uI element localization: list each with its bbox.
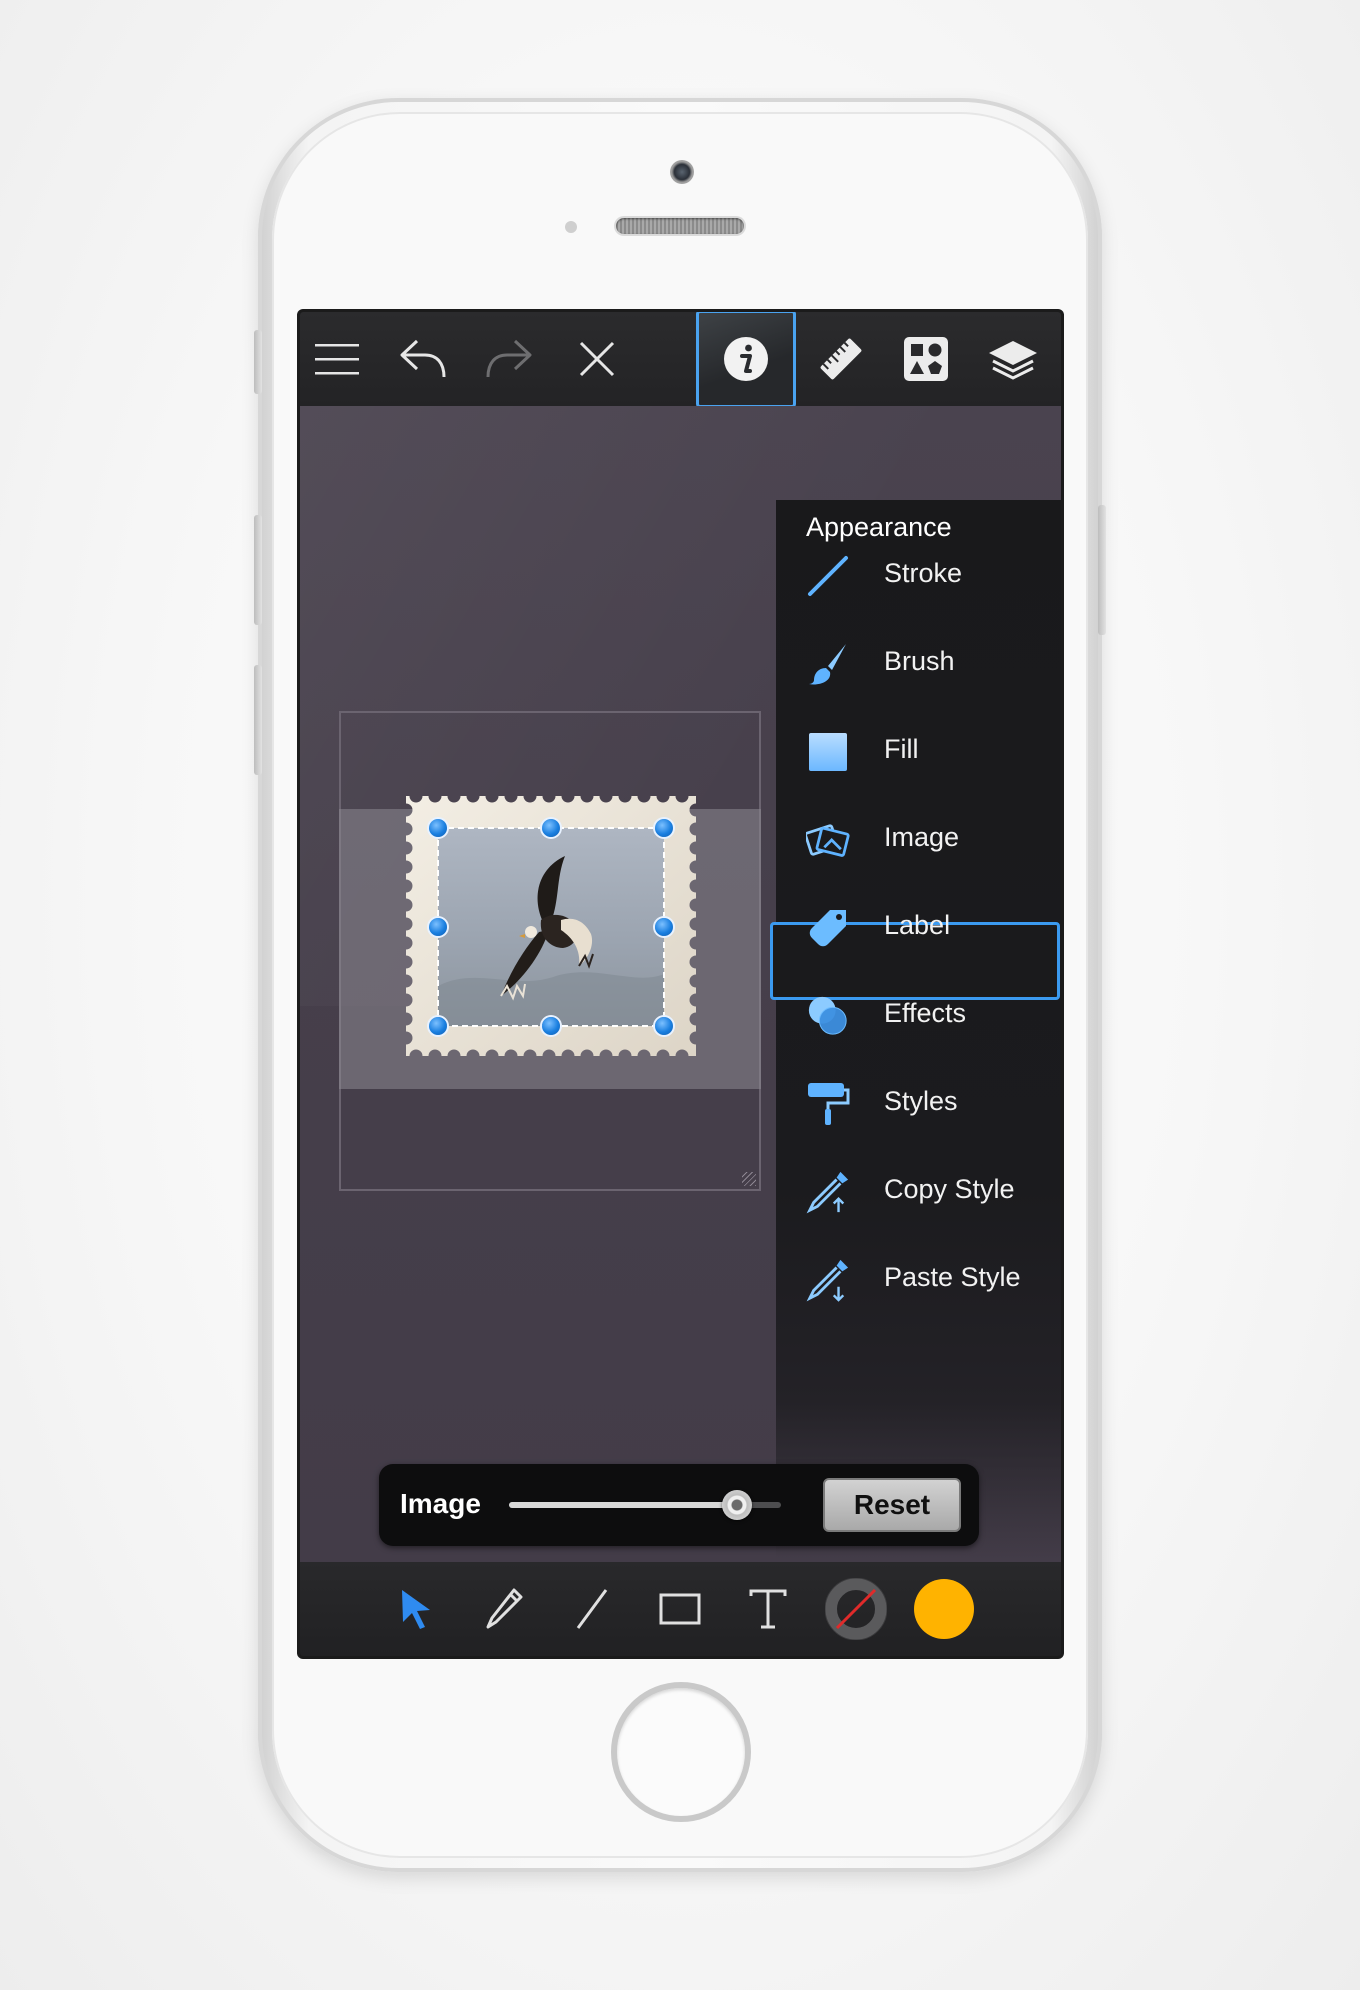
handle-middle-right[interactable] (655, 918, 673, 936)
menu-item-label: Effects (884, 998, 967, 1028)
menu-item-fill[interactable]: Fill (776, 710, 1061, 790)
stroke-color-button[interactable] (822, 1575, 890, 1643)
top-toolbar (300, 312, 1061, 408)
layers-icon (989, 341, 1037, 380)
paint-roller-icon (808, 1083, 850, 1125)
text-tool[interactable] (734, 1575, 802, 1643)
select-tool[interactable] (382, 1575, 450, 1643)
info-icon (724, 337, 768, 381)
line-tool[interactable] (558, 1575, 626, 1643)
redo-icon (486, 339, 532, 378)
volume-up-button (254, 515, 262, 625)
menu-button[interactable] (300, 318, 378, 400)
handle-top-center[interactable] (542, 819, 560, 837)
volume-down-button (254, 665, 262, 775)
proximity-sensor (565, 221, 577, 233)
effects-icon (808, 996, 847, 1035)
mute-switch (254, 330, 262, 394)
menu-item-label: Image (884, 822, 960, 852)
menu-item-label: Brush (884, 646, 955, 676)
measure-button[interactable] (800, 318, 882, 400)
handle-middle-left[interactable] (429, 918, 447, 936)
menu-item-brush[interactable]: Brush (776, 622, 1061, 702)
line-icon (576, 1589, 608, 1629)
app-screen: Appearance Stroke Brush Fill Image Label (300, 312, 1061, 1656)
pencil-tool[interactable] (470, 1575, 538, 1643)
undo-button[interactable] (382, 318, 464, 400)
earpiece-speaker (616, 218, 744, 234)
menu-item-label: Copy Style (884, 1174, 1015, 1204)
close-icon (579, 341, 615, 377)
shapes-library-icon (904, 337, 948, 381)
ruler-icon (820, 338, 862, 380)
menu-item-paste-style[interactable]: Paste Style (776, 1238, 1061, 1318)
menu-item-copy-style[interactable]: Copy Style (776, 1150, 1061, 1230)
menu-item-label: Fill (884, 734, 919, 764)
appearance-panel: Appearance Stroke Brush Fill Image Label (770, 500, 1061, 1560)
menu-item-label: Styles (884, 1086, 958, 1116)
menu-item-effects[interactable]: Effects (776, 974, 1061, 1054)
handle-top-right[interactable] (655, 819, 673, 837)
brush-icon (809, 644, 846, 685)
menu-item-styles[interactable]: Styles (776, 1062, 1061, 1142)
handle-bottom-left[interactable] (429, 1017, 447, 1035)
slider-fill (509, 1502, 738, 1508)
menu-item-image[interactable]: Image (776, 798, 1061, 878)
fill-color-button[interactable] (910, 1575, 978, 1643)
pencil-icon (486, 1588, 523, 1629)
eyedropper-copy-icon (806, 1171, 849, 1214)
text-icon (749, 1589, 787, 1629)
tools-bar (300, 1562, 1061, 1656)
stroke-color-swatch-icon (825, 1578, 887, 1640)
menu-item-stroke[interactable]: Stroke (776, 534, 1061, 614)
resize-grip-icon[interactable] (742, 1172, 756, 1186)
hamburger-icon (315, 344, 359, 375)
handle-top-left[interactable] (429, 819, 447, 837)
rectangle-tool[interactable] (646, 1575, 714, 1643)
menu-item-label: Paste Style (884, 1262, 1021, 1292)
handle-bottom-center[interactable] (542, 1017, 560, 1035)
front-camera (670, 160, 694, 184)
rectangle-icon (659, 1593, 701, 1625)
reset-button[interactable]: Reset (823, 1478, 961, 1532)
menu-item-label: Stroke (884, 558, 963, 588)
image-slider[interactable] (509, 1490, 781, 1520)
slider-label: Image (400, 1488, 481, 1519)
menu-item-label-text: Label (884, 910, 951, 940)
redo-button[interactable] (468, 318, 550, 400)
fill-color-swatch-icon (914, 1579, 974, 1639)
delete-button[interactable] (556, 318, 638, 400)
stroke-icon (808, 556, 848, 596)
image-icon (806, 824, 850, 857)
fill-icon (809, 733, 847, 771)
slider-knob[interactable] (722, 1490, 753, 1520)
label-tag-icon (809, 910, 846, 947)
eyedropper-paste-icon (806, 1259, 849, 1302)
inspector-button[interactable] (696, 312, 796, 408)
image-slider-bar: Image Reset (379, 1464, 979, 1546)
drawing-canvas[interactable]: Appearance Stroke Brush Fill Image Label (300, 406, 1061, 1562)
menu-item-label[interactable]: Label (776, 886, 1061, 966)
home-button[interactable] (611, 1682, 751, 1822)
arrow-pointer-icon (402, 1590, 430, 1629)
power-button (1098, 505, 1106, 635)
undo-icon (400, 339, 446, 378)
library-button[interactable] (885, 318, 967, 400)
layers-button[interactable] (972, 318, 1054, 400)
handle-bottom-right[interactable] (655, 1017, 673, 1035)
